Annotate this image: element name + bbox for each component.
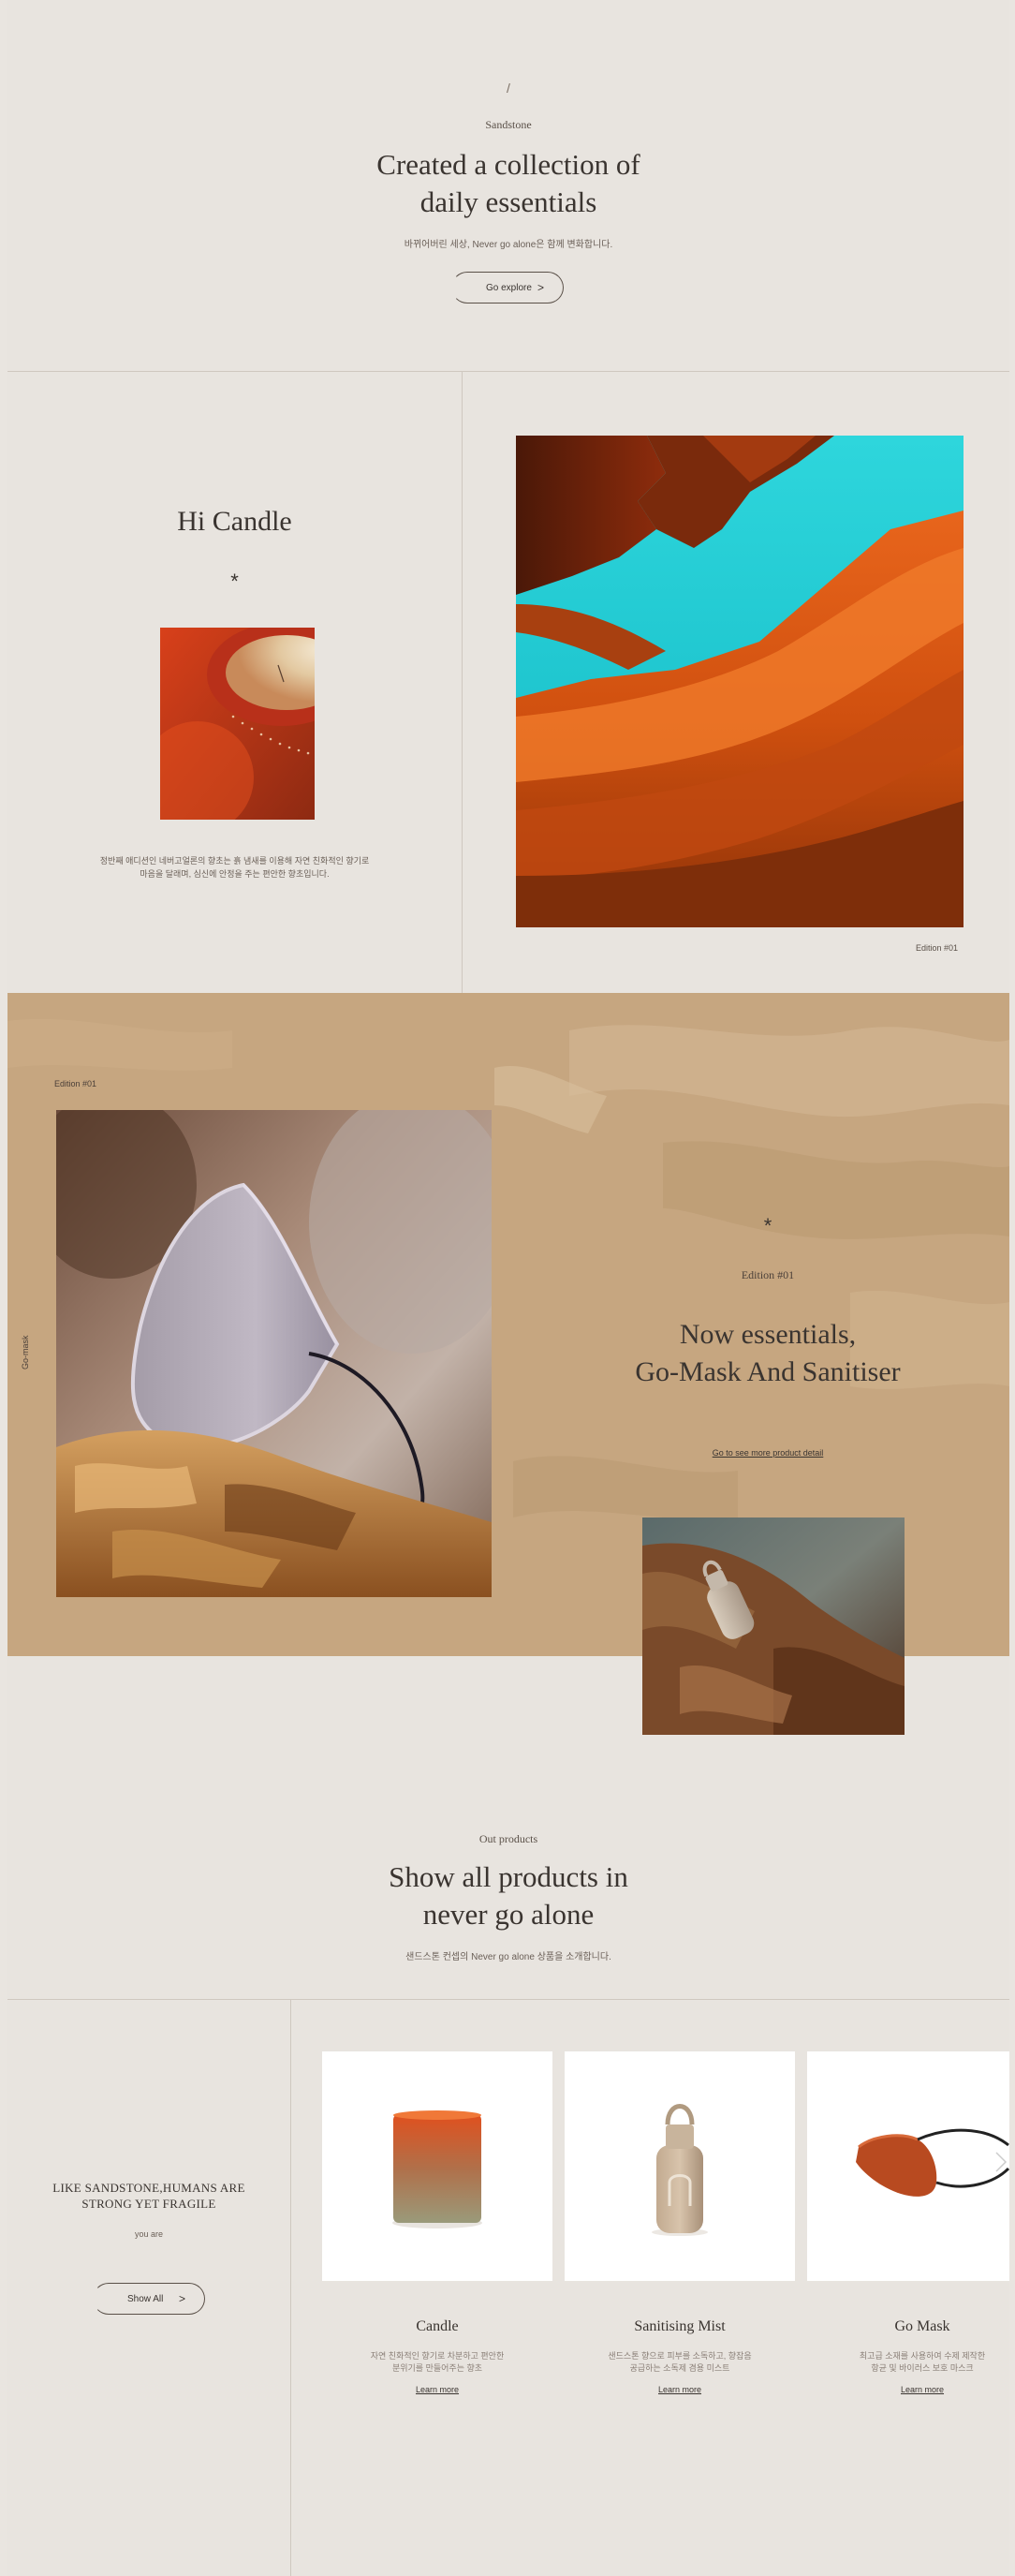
mask-edition-label: Edition #01 (741, 1268, 795, 1281)
arrow-right-icon: > (178, 2292, 185, 2305)
product-desc-line1: 자연 친화적인 향기로 차분하고 편안한 (370, 2351, 505, 2361)
mask-title-line1: Now essentials, (679, 1319, 857, 1350)
hero-slash: / (507, 81, 510, 96)
products-side-sub: you are (134, 2229, 164, 2239)
product-name: Go Mask (894, 2318, 950, 2334)
divider (290, 1999, 291, 2576)
products-title-line2: never go alone (422, 1898, 595, 1931)
learn-more-link[interactable]: Learn more (322, 2385, 552, 2394)
go-explore-button[interactable]: Go explore > (451, 272, 564, 303)
canyon-image (516, 436, 964, 927)
divider (462, 371, 463, 993)
mask-image (56, 1110, 492, 1597)
product-card[interactable]: Go Mask 최고급 소재를 사용하여 수제 제작한 항균 및 바이러스 보호… (807, 2051, 1009, 2394)
hero-eyebrow: Sandstone (485, 118, 532, 131)
page: / Sandstone Created a collection of dail… (7, 0, 1009, 2576)
product-desc-line2: 분위기를 만들어주는 향초 (391, 2363, 483, 2373)
product-image-candle (322, 2051, 552, 2281)
product-image-mask (807, 2051, 1009, 2281)
divider (7, 371, 1009, 372)
arrow-right-icon: > (537, 281, 544, 294)
show-all-button[interactable]: Show All > (93, 2283, 205, 2315)
asterisk-icon: * (230, 570, 239, 593)
candle-image (160, 628, 315, 820)
product-desc-line1: 샌드스톤 향으로 피부를 소독하고, 향잡음 (608, 2351, 752, 2361)
product-desc-line1: 최고급 소재를 사용하여 수제 제작한 (859, 2351, 986, 2361)
candle-description-line1: 정반째 애디션인 네버고얼론의 향초는 흙 냄새를 이용해 자연 친화적인 향기… (99, 856, 370, 866)
divider (7, 1999, 1009, 2000)
product-image-sanitiser (565, 2051, 795, 2281)
learn-more-link[interactable]: Learn more (807, 2385, 1015, 2394)
products-title-line1: Show all products in (389, 1860, 628, 1893)
products-side-line2: STRONG YET FRAGILE (81, 2197, 216, 2211)
mask-title-line2: Go-Mask And Sanitiser (635, 1356, 901, 1387)
side-label: Go-mask (21, 1335, 30, 1369)
show-all-label: Show All (127, 2294, 164, 2304)
product-card[interactable]: Sanitising Mist 샌드스톤 향으로 피부를 소독하고, 향잡음 공… (565, 2051, 795, 2394)
product-desc-line2: 항균 및 바이러스 보호 마스크 (871, 2363, 974, 2373)
hero-subtitle: 바뀌어버린 세상, Never go alone은 함께 변화합니다. (404, 240, 613, 250)
asterisk-icon: * (763, 1214, 772, 1237)
product-name: Sanitising Mist (634, 2318, 726, 2334)
edition-top-label: Edition #01 (54, 1079, 97, 1088)
go-explore-label: Go explore (486, 283, 532, 293)
edition-caption: Edition #01 (916, 943, 959, 953)
products-side-line1: LIKE SANDSTONE,HUMANS ARE (52, 2181, 245, 2195)
product-desc-line2: 공급하는 소독제 겸용 미스트 (629, 2363, 730, 2373)
learn-more-link[interactable]: Learn more (565, 2385, 795, 2394)
products-subtitle: 샌드스톤 컨셉의 Never go alone 상품을 소개합니다. (405, 1952, 611, 1962)
hero-title-line2: daily essentials (419, 185, 597, 218)
sanitiser-image (642, 1517, 905, 1735)
candle-title: Hi Candle (177, 506, 292, 537)
product-card[interactable]: Candle 자연 친화적인 향기로 차분하고 편안한 분위기를 만들어주는 향… (322, 2051, 552, 2394)
hero-title-line1: Created a collection of (376, 148, 640, 181)
candle-description-line2: 마음을 달래며, 심신에 안정을 주는 편안한 향초입니다. (140, 869, 330, 879)
products-eyebrow: Out products (478, 1832, 538, 1845)
product-name: Candle (416, 2318, 459, 2334)
product-detail-link[interactable]: Go to see more product detail (581, 1448, 955, 1458)
